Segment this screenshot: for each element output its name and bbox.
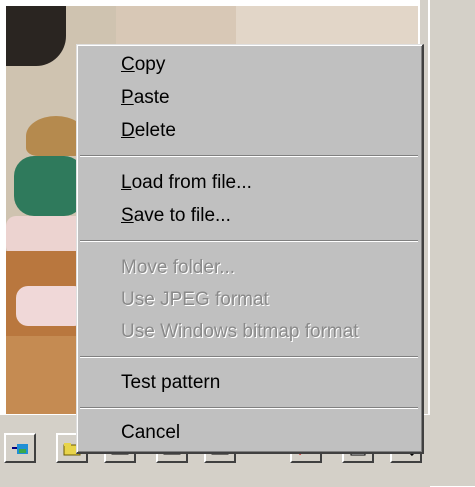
menu-item-load-from-file[interactable]: Load from file... <box>121 169 252 197</box>
menu-item-move-folder: Move folder... <box>121 257 236 278</box>
context-menu: Copy Paste Delete Load from file... Save… <box>76 44 424 454</box>
menu-item-use-jpeg-format: Use JPEG format <box>121 289 269 310</box>
camera-import-button[interactable] <box>4 433 36 463</box>
menu-separator <box>80 356 418 358</box>
camera-import-icon <box>12 444 28 454</box>
menu-item-use-windows-bitmap-format: Use Windows bitmap format <box>121 321 359 342</box>
menu-item-save-to-file[interactable]: Save to file... <box>121 202 231 230</box>
menu-item-cancel[interactable]: Cancel <box>121 419 180 447</box>
menu-separator <box>80 240 418 242</box>
menu-item-paste[interactable]: Paste <box>121 84 170 112</box>
menu-separator <box>80 155 418 157</box>
menu-item-copy[interactable]: Copy <box>121 51 165 79</box>
menu-item-test-pattern[interactable]: Test pattern <box>121 369 220 397</box>
menu-item-delete[interactable]: Delete <box>121 117 176 145</box>
menu-separator <box>80 407 418 409</box>
